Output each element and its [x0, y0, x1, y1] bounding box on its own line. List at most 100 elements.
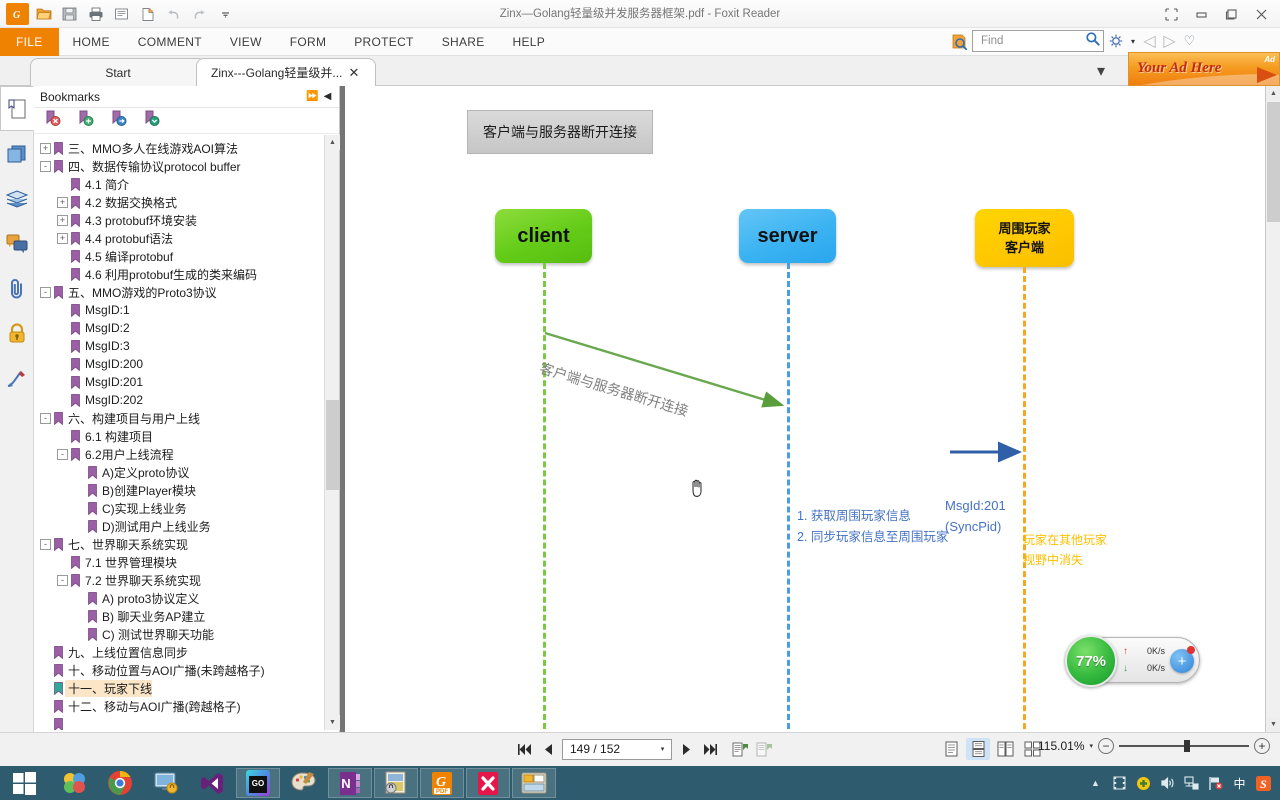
expand-node-icon[interactable]: + [57, 196, 68, 208]
zoom-slider[interactable] [1119, 738, 1249, 754]
find-settings-caret-icon[interactable]: ▾ [1128, 31, 1138, 51]
tab-comment[interactable]: COMMENT [124, 28, 216, 56]
start-button[interactable] [0, 766, 48, 800]
single-page-view-icon[interactable] [939, 738, 963, 760]
page-thumbnails-icon[interactable] [0, 86, 34, 131]
bookmark-item[interactable]: 4.1 简介 [40, 175, 325, 193]
minimize-icon[interactable] [1186, 2, 1216, 26]
collapse-node-icon[interactable]: - [40, 412, 51, 424]
add-bookmark-icon[interactable] [77, 110, 94, 132]
taskbar-goland-icon[interactable]: GO [236, 768, 280, 798]
fit-page-icon[interactable] [730, 737, 750, 761]
bookmark-item[interactable]: A)定义proto协议 [40, 463, 325, 481]
expand-node-icon[interactable]: + [57, 232, 68, 244]
taskbar-windows-live-icon[interactable] [52, 768, 96, 798]
collapse-node-icon[interactable]: - [57, 574, 68, 586]
bookmark-item[interactable]: D)测试用户上线业务 [40, 517, 325, 535]
collapse-panel-icon[interactable]: ◀ [320, 89, 335, 105]
bookmarks-scroll-down-icon[interactable]: ▼ [325, 715, 340, 730]
taskbar-onenote-icon[interactable]: N [328, 768, 372, 798]
bookmark-item[interactable]: 4.6 利用protobuf生成的类来编码 [40, 265, 325, 283]
tray-network-icon[interactable] [1183, 775, 1200, 792]
maximize-icon[interactable] [1216, 2, 1246, 26]
facing-view-icon[interactable] [993, 738, 1017, 760]
taskbar-visual-studio-icon[interactable] [190, 768, 234, 798]
bookmark-item[interactable]: - 七、世界聊天系统实现 [40, 535, 325, 553]
taskbar-chrome-icon[interactable] [98, 768, 142, 798]
open-icon[interactable] [32, 3, 55, 25]
bookmark-item[interactable]: - 四、数据传输协议protocol buffer [40, 157, 325, 175]
print-icon[interactable] [84, 3, 107, 25]
create-pdf-icon[interactable] [136, 3, 159, 25]
tab-document[interactable]: Zinx---Golang轻量级并... ✕ [196, 58, 376, 86]
customize-icon[interactable] [214, 3, 237, 25]
bookmark-item[interactable]: C)实现上线业务 [40, 499, 325, 517]
tab-help[interactable]: HELP [499, 28, 560, 56]
document-scroll-thumb[interactable] [1267, 102, 1280, 222]
tray-media-icon[interactable] [1111, 775, 1128, 792]
bookmark-item[interactable]: 6.1 构建项目 [40, 427, 325, 445]
bookmark-item[interactable]: - 7.2 世界聊天系统实现 [40, 571, 325, 589]
collapse-node-icon[interactable]: - [57, 448, 68, 460]
continuous-view-icon[interactable] [966, 738, 990, 760]
document-scroll-up-icon[interactable]: ▲ [1266, 86, 1280, 101]
bookmark-item[interactable]: +4.2 数据交换格式 [40, 193, 325, 211]
bookmark-item[interactable]: A) proto3协议定义 [40, 589, 325, 607]
network-speed-widget[interactable]: 77% ↑ 0K/s ↓ 0K/s + [1065, 635, 1200, 687]
taskbar-xmind-icon[interactable] [466, 768, 510, 798]
bookmark-item[interactable]: + 三、MMO多人在线游戏AOI算法 [40, 139, 325, 157]
bookmark-item[interactable]: B) 聊天业务AP建立 [40, 607, 325, 625]
bookmark-item[interactable]: 十二、移动与AOI广播(跨越格子) [40, 697, 325, 715]
first-page-button[interactable] [514, 737, 534, 761]
bookmark-item[interactable]: - 六、构建项目与用户上线 [40, 409, 325, 427]
attachments-panel-icon[interactable] [0, 266, 34, 311]
tab-file[interactable]: FILE [0, 28, 59, 56]
taskbar-foxit-reader-icon[interactable]: G PDF [420, 768, 464, 798]
bookmark-item[interactable]: 4.5 编译protobuf [40, 247, 325, 265]
bookmark-item[interactable]: MsgID:201 [40, 373, 325, 391]
magnifier-icon[interactable] [1085, 31, 1100, 51]
tray-flag-icon[interactable] [1207, 775, 1224, 792]
bookmark-item[interactable]: MsgID:2 [40, 319, 325, 337]
layers-panel-icon[interactable] [0, 131, 34, 176]
bookmark-item[interactable]: C) 测试世界聊天功能 [40, 625, 325, 643]
taskbar-file-explorer-icon[interactable] [512, 768, 556, 798]
stack-panel-icon[interactable] [0, 176, 34, 221]
bookmarks-scroll-up-icon[interactable]: ▲ [325, 135, 340, 150]
pdf-page[interactable]: 客户端与服务器断开连接 client server 周围玩家 客户端 客户端与服… [345, 86, 1265, 732]
move-bookmark-icon[interactable] [110, 110, 127, 132]
bookmark-item[interactable]: 十、移动位置与AOI广播(未跨越格子) [40, 661, 325, 679]
tab-close-icon[interactable]: ✕ [347, 65, 361, 81]
page-dropdown-icon[interactable]: ▾ [656, 745, 669, 753]
find-prev-icon[interactable]: ◁ [1141, 31, 1158, 51]
prev-page-button[interactable] [538, 737, 558, 761]
bookmarks-tree[interactable]: + 三、MMO多人在线游戏AOI算法 - 四、数据传输协议protocol buffe… [34, 135, 325, 730]
taskbar-paint-icon[interactable] [282, 768, 326, 798]
tab-form[interactable]: FORM [276, 28, 341, 56]
tray-ime-icon[interactable]: 中 [1231, 775, 1248, 792]
page-number-input[interactable]: 149 / 152 ▾ [562, 738, 672, 760]
find-input[interactable] [979, 34, 1085, 48]
document-scroll-down-icon[interactable]: ▼ [1266, 717, 1280, 732]
zoom-slider-knob[interactable] [1184, 740, 1190, 752]
bookmark-item[interactable]: 九、上线位置信息同步 [40, 643, 325, 661]
cpu-usage-gauge[interactable]: 77% [1065, 635, 1117, 687]
ad-banner[interactable]: Your Ad Here Ad [1128, 52, 1280, 86]
expand-panel-icon[interactable]: ⏩ [305, 89, 320, 105]
last-page-button[interactable] [700, 737, 720, 761]
bookmarks-scroll-thumb[interactable] [326, 400, 339, 490]
bookmark-item[interactable] [40, 715, 325, 730]
document-scrollbar[interactable]: ▲ ▼ [1265, 86, 1280, 732]
tab-share[interactable]: SHARE [428, 28, 499, 56]
bookmark-item[interactable]: MsgID:3 [40, 337, 325, 355]
taskbar-secure-doc-icon[interactable] [374, 768, 418, 798]
tray-sogou-icon[interactable]: S [1255, 775, 1272, 792]
zoom-out-button[interactable]: − [1098, 738, 1114, 754]
bookmark-item[interactable]: - 6.2用户上线流程 [40, 445, 325, 463]
bookmark-item[interactable]: MsgID:200 [40, 355, 325, 373]
signature-panel-icon[interactable] [0, 356, 34, 401]
taskbar-remote-desktop-icon[interactable] [144, 768, 188, 798]
tray-show-hidden-icon[interactable]: ▲ [1087, 775, 1104, 792]
find-input-wrapper[interactable] [972, 30, 1104, 52]
security-panel-icon[interactable] [0, 311, 34, 356]
